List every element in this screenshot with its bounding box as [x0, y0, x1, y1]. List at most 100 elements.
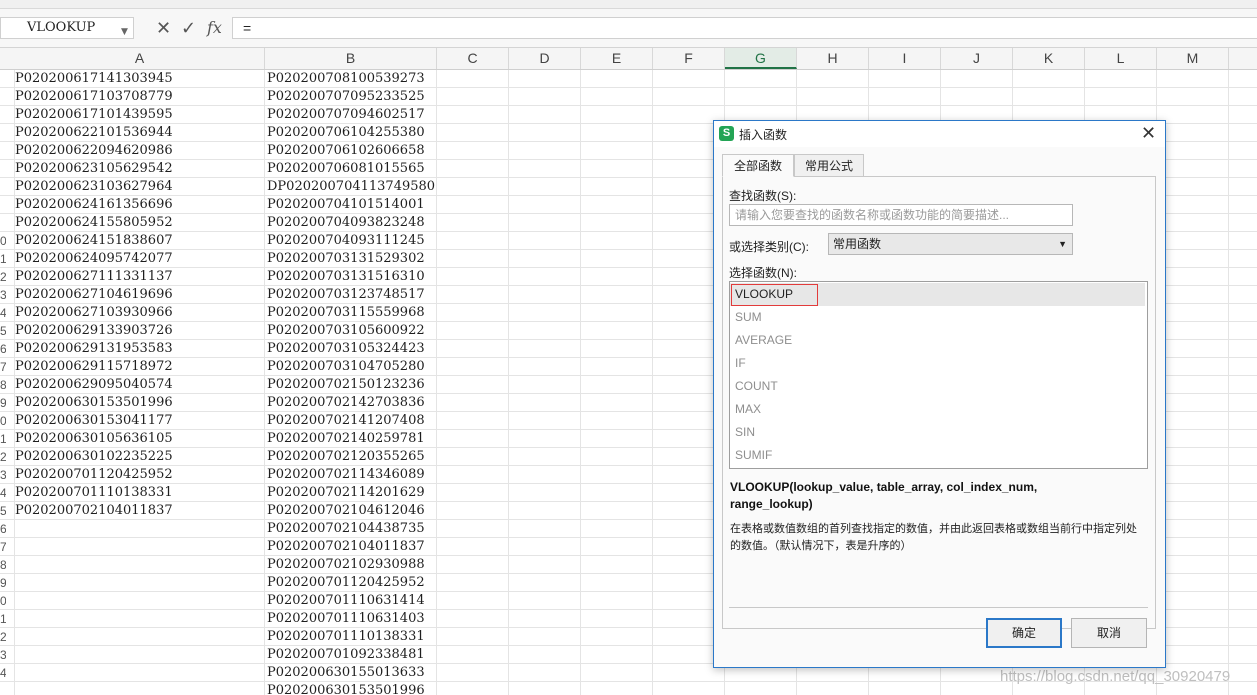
row-header[interactable]: 6	[0, 520, 6, 538]
row-header[interactable]: 0	[0, 232, 6, 250]
row-header[interactable]: 8	[0, 556, 6, 574]
cell-a[interactable]: P020200630153041177	[15, 412, 173, 430]
cell-b[interactable]: P020200702104438735	[267, 520, 425, 538]
cell-a[interactable]: P020200624155805952	[15, 214, 173, 232]
column-header-j[interactable]: J	[941, 48, 1013, 69]
cell-b[interactable]: P020200702141207408	[267, 412, 425, 430]
formula-input[interactable]: =	[232, 17, 1257, 39]
column-header-a[interactable]: A	[15, 48, 265, 69]
cell-b[interactable]: P020200702104011837	[267, 538, 425, 556]
close-icon[interactable]: ✕	[1141, 122, 1156, 144]
cell-b[interactable]: P020200701110631414	[267, 592, 425, 610]
cell-b[interactable]: P020200701110631403	[267, 610, 425, 628]
name-box[interactable]: VLOOKUP ▼	[0, 17, 134, 39]
cell-b[interactable]: P020200704101514001	[267, 196, 425, 214]
cell-b[interactable]: P020200701110138331	[267, 628, 425, 646]
cell-b[interactable]: DP020200704113749580	[267, 178, 435, 196]
function-item-if[interactable]: IF	[730, 352, 1145, 375]
column-header-f[interactable]: F	[653, 48, 725, 69]
function-item-sin[interactable]: SIN	[730, 421, 1145, 444]
cell-b[interactable]: P020200707095233525	[267, 88, 425, 106]
cell-b[interactable]: P020200702102930988	[267, 556, 425, 574]
row-header[interactable]: 5	[0, 502, 6, 520]
row-header[interactable]: 2	[0, 628, 6, 646]
row-header[interactable]: 5	[0, 322, 6, 340]
row-header[interactable]: 0	[0, 592, 6, 610]
cell-a[interactable]: P020200629131953583	[15, 340, 173, 358]
column-header-d[interactable]: D	[509, 48, 581, 69]
function-item-sum[interactable]: SUM	[730, 306, 1145, 329]
cell-b[interactable]: P020200702114201629	[267, 484, 425, 502]
cell-a[interactable]: P020200627104619696	[15, 286, 173, 304]
tab-common-formulas[interactable]: 常用公式	[794, 154, 864, 177]
column-header-h[interactable]: H	[797, 48, 869, 69]
cell-a[interactable]: P020200622101536944	[15, 124, 173, 142]
row-header[interactable]: 8	[0, 376, 6, 394]
cancel-formula-icon[interactable]: ✕	[156, 16, 171, 40]
cell-b[interactable]: P020200706102606658	[267, 142, 425, 160]
tab-all-functions[interactable]: 全部函数	[722, 154, 794, 177]
cell-b[interactable]: P020200702140259781	[267, 430, 425, 448]
row-header[interactable]: 2	[0, 448, 6, 466]
cell-b[interactable]: P020200707094602517	[267, 106, 425, 124]
cell-b[interactable]: P020200703104705280	[267, 358, 425, 376]
function-item-sumif[interactable]: SUMIF	[730, 444, 1145, 467]
cell-b[interactable]: P020200702104612046	[267, 502, 425, 520]
cell-a[interactable]: P020200623105629542	[15, 160, 173, 178]
chevron-down-icon[interactable]: ▼	[121, 22, 128, 42]
cell-a[interactable]: P020200624151838607	[15, 232, 173, 250]
cell-b[interactable]: P020200701120425952	[267, 574, 425, 592]
column-header-l[interactable]: L	[1085, 48, 1157, 69]
cell-a[interactable]: P020200630153501996	[15, 394, 173, 412]
function-item-count[interactable]: COUNT	[730, 375, 1145, 398]
chevron-down-icon[interactable]: ▼	[1058, 234, 1067, 254]
row-header[interactable]: 9	[0, 394, 6, 412]
cell-a[interactable]: P020200629115718972	[15, 358, 173, 376]
row-header[interactable]: 1	[0, 610, 6, 628]
column-header-c[interactable]: C	[437, 48, 509, 69]
confirm-formula-icon[interactable]: ✓	[181, 16, 196, 40]
cell-a[interactable]: P020200627111331137	[15, 268, 173, 286]
cell-a[interactable]: P020200629095040574	[15, 376, 173, 394]
row-header[interactable]: 3	[0, 466, 6, 484]
cell-a[interactable]: P020200702104011837	[15, 502, 173, 520]
cancel-button[interactable]: 取消	[1071, 618, 1147, 648]
function-item-average[interactable]: AVERAGE	[730, 329, 1145, 352]
cell-a[interactable]: P020200617141303945	[15, 70, 173, 88]
column-header-m[interactable]: M	[1157, 48, 1229, 69]
cell-a[interactable]: P020200624095742077	[15, 250, 173, 268]
cell-b[interactable]: P020200702120355265	[267, 448, 425, 466]
cell-a[interactable]: P020200630105636105	[15, 430, 173, 448]
function-list[interactable]: VLOOKUP SUM AVERAGE IF COUNT MAX SIN SUM…	[729, 281, 1148, 469]
dialog-titlebar[interactable]: S 插入函数 ✕	[714, 121, 1165, 147]
cell-a[interactable]: P020200627103930966	[15, 304, 173, 322]
row-header[interactable]: 7	[0, 358, 6, 376]
cell-b[interactable]: P020200703131516310	[267, 268, 425, 286]
row-header[interactable]: 4	[0, 304, 6, 322]
category-select[interactable]: 常用函数 ▼	[828, 233, 1073, 255]
cell-a[interactable]: P020200617103708779	[15, 88, 173, 106]
column-header-b[interactable]: B	[265, 48, 437, 69]
cell-a[interactable]: P020200622094620986	[15, 142, 173, 160]
row-header[interactable]: 7	[0, 538, 6, 556]
row-header[interactable]: 4	[0, 664, 6, 682]
row-header[interactable]: 6	[0, 340, 6, 358]
row-header[interactable]: 3	[0, 286, 6, 304]
row-header[interactable]: 0	[0, 412, 6, 430]
cell-a[interactable]: P020200624161356696	[15, 196, 173, 214]
row-header[interactable]: 3	[0, 646, 6, 664]
cell-b[interactable]: P020200703115559968	[267, 304, 425, 322]
cell-a[interactable]: P020200701110138331	[15, 484, 173, 502]
function-item-max[interactable]: MAX	[730, 398, 1145, 421]
row-header[interactable]: 4	[0, 484, 6, 502]
cell-b[interactable]: P020200704093823248	[267, 214, 425, 232]
cell-b[interactable]: P020200630155013633	[267, 664, 425, 682]
column-header-k[interactable]: K	[1013, 48, 1085, 69]
cell-b[interactable]: P020200702150123236	[267, 376, 425, 394]
cell-b[interactable]: P020200702142703836	[267, 394, 425, 412]
row-header[interactable]: 2	[0, 268, 6, 286]
cell-b[interactable]: P020200702114346089	[267, 466, 425, 484]
cell-b[interactable]: P020200703105324423	[267, 340, 425, 358]
cell-b[interactable]: P020200630153501996	[267, 682, 425, 695]
cell-a[interactable]: P020200701120425952	[15, 466, 173, 484]
